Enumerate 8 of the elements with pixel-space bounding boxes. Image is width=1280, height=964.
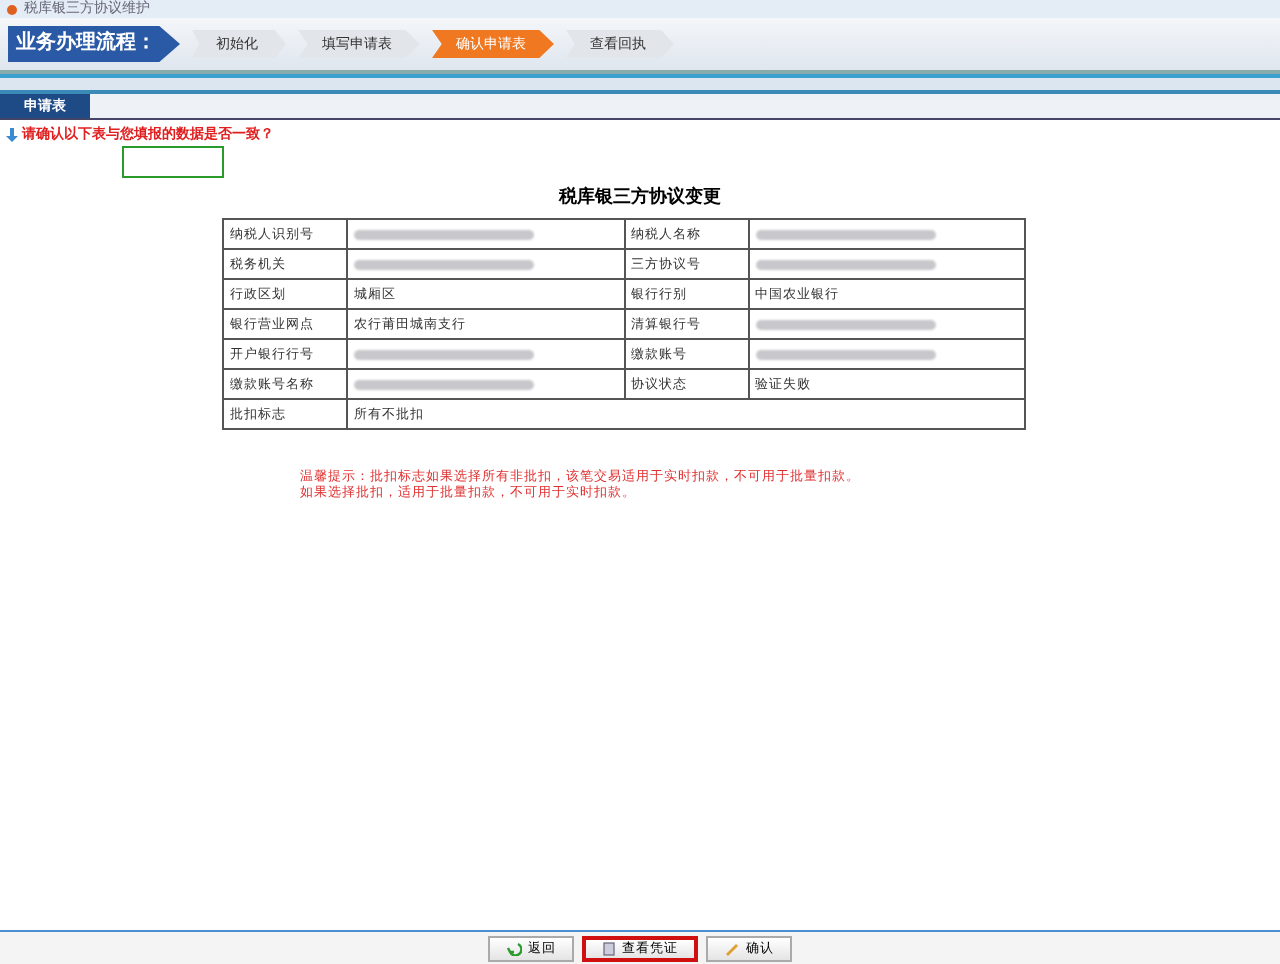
process-label: 业务办理流程： <box>8 26 180 62</box>
back-arrow-icon <box>506 941 522 955</box>
form-title: 税库银三方协议变更 <box>556 184 723 210</box>
down-arrow-icon <box>6 127 18 141</box>
pencil-icon <box>724 941 740 955</box>
outline-frame <box>122 146 224 178</box>
app-icon <box>6 3 18 15</box>
document-icon <box>602 941 616 955</box>
